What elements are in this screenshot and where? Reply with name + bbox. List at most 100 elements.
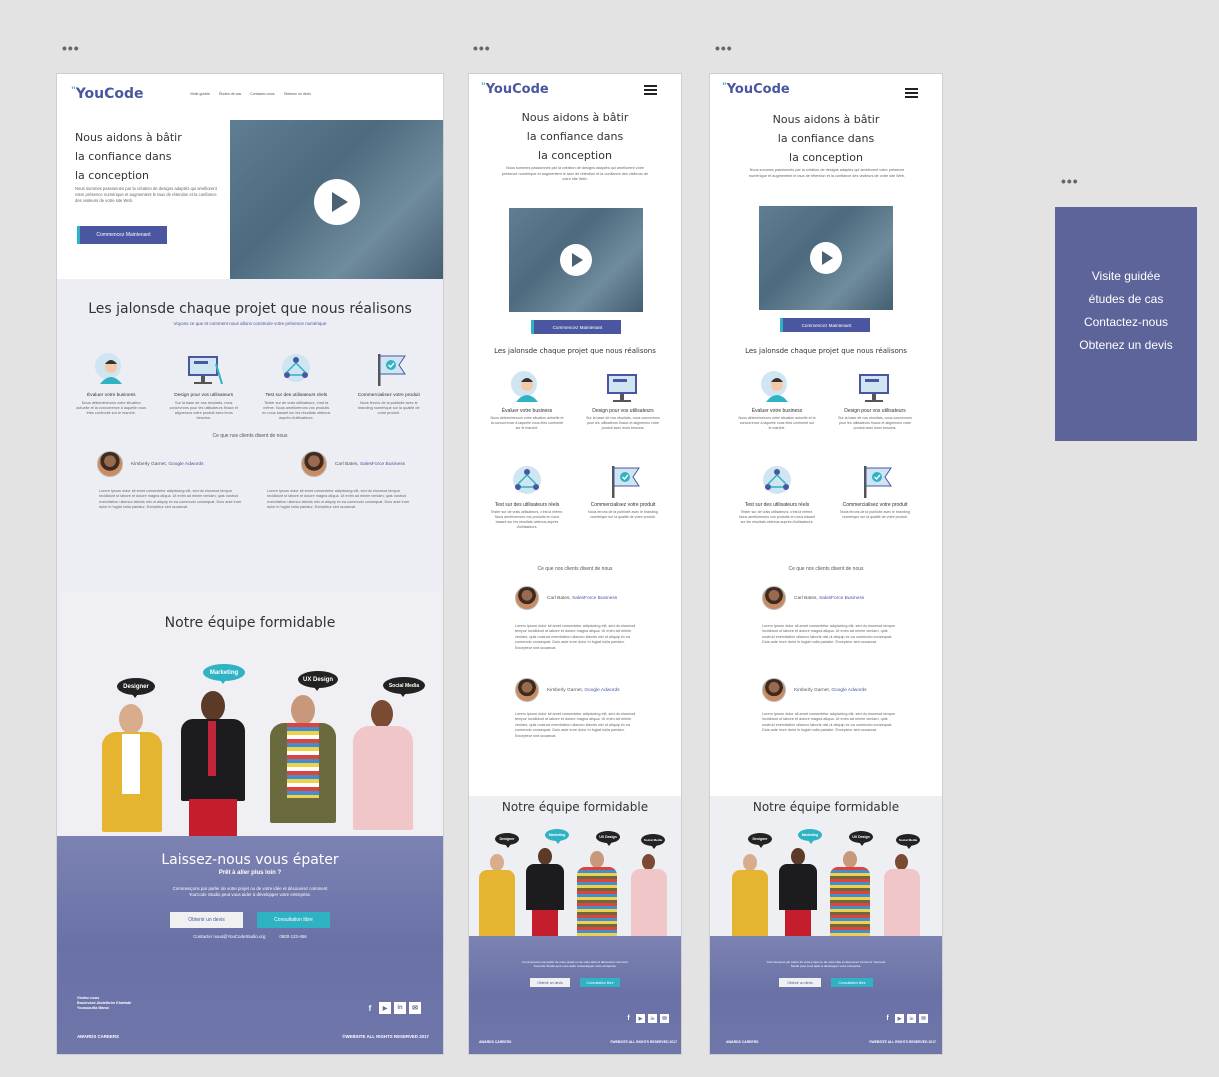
- mail-icon[interactable]: ✉: [919, 1014, 928, 1023]
- menu-item-case-studies[interactable]: études de cas: [1055, 288, 1197, 311]
- step-evaluate: Évaluer votre business Nous détermineron…: [731, 368, 823, 431]
- hero-text: Nous sommes passionnés par la création d…: [501, 166, 649, 181]
- team-member-social: [349, 700, 417, 840]
- team-member-designer: [97, 704, 167, 839]
- team-member-marketing: [776, 848, 820, 936]
- hero-video[interactable]: [230, 120, 443, 280]
- footer-links[interactable]: AWARDS CAREERS: [479, 1040, 511, 1044]
- linkedin-icon[interactable]: in: [907, 1014, 916, 1023]
- hero-video[interactable]: [509, 208, 643, 312]
- nav-item[interactable]: Obtenez un devis: [284, 92, 311, 96]
- facebook-icon[interactable]: f: [883, 1014, 892, 1023]
- start-now-button[interactable]: Commencez Maintenant: [77, 226, 167, 244]
- start-now-button[interactable]: Commencez Maintenant: [780, 318, 870, 332]
- hamburger-menu-icon[interactable]: [905, 88, 918, 99]
- step-evaluate: Évaluer votre business Nous détermineron…: [68, 350, 154, 421]
- monitor-design-icon: [607, 374, 637, 402]
- free-consult-button[interactable]: Consultation libre: [580, 978, 620, 987]
- testimonial-header: Kimberly Garnet, Google Adwords: [97, 451, 204, 477]
- facebook-icon[interactable]: f: [364, 1002, 376, 1014]
- linkedin-icon[interactable]: in: [648, 1014, 657, 1023]
- footer-subtitle: Prêt à aller plus loin ?: [218, 870, 282, 876]
- youtube-icon[interactable]: ▶: [895, 1014, 904, 1023]
- bubble-marketing: Marketing: [798, 829, 822, 844]
- testimonials-heading: Ce que nos clients disent de nous: [212, 433, 288, 439]
- avatar: [515, 678, 539, 702]
- testimonial-header: Carl Bates, SalesForce Business: [762, 586, 864, 610]
- footer-text: Commençons par parler de votre projet ou…: [766, 960, 886, 968]
- contact-email[interactable]: Contacter nous@YouCodeStudio.org: [193, 934, 265, 939]
- nav-item[interactable]: Visite guidée: [190, 92, 210, 96]
- free-consult-button[interactable]: Consultation libre: [831, 978, 873, 987]
- logo[interactable]: "YouCode: [722, 82, 790, 97]
- copyright: ©WEBSITE ALL RIGHTS RESERVED 2017: [342, 1034, 429, 1039]
- milestones-title: Les jalonsde chaque projet que nous réal…: [88, 301, 412, 317]
- step-market: Commercialisez votre produit Nous ferons…: [829, 462, 921, 525]
- monitor-design-icon: [859, 374, 889, 402]
- get-quote-button[interactable]: Obtenir un devis: [530, 978, 570, 987]
- step-design: Design pour vos utilisateurs Sur la base…: [578, 368, 668, 431]
- testimonial-text: Lorem Ipsum dolor sit amet consectetur a…: [762, 712, 896, 733]
- nav-item[interactable]: Contactez-nous: [250, 92, 275, 96]
- user-network-icon: [513, 466, 541, 494]
- mail-icon[interactable]: ✉: [660, 1014, 669, 1023]
- frame-menu-dots[interactable]: •••: [715, 40, 733, 56]
- youtube-icon[interactable]: ▶: [379, 1002, 391, 1014]
- desktop-artboard: "YouCode Visite guidée Études de cas Con…: [57, 74, 443, 1054]
- milestones-subtitle: Voyons ce que et comment nous allons con…: [173, 321, 327, 326]
- testimonial-header: Kimberly Garnet, Google Adwords: [515, 678, 620, 702]
- bubble-designer: Designer: [748, 833, 772, 848]
- youtube-icon[interactable]: ▶: [636, 1014, 645, 1023]
- frame-menu-dots[interactable]: •••: [1061, 173, 1079, 189]
- logo[interactable]: "YouCode: [481, 82, 549, 97]
- mail-icon[interactable]: ✉: [409, 1002, 421, 1014]
- testimonial-text: Lorem Ipsum dolor sit amet consectetur a…: [267, 489, 410, 510]
- frame-menu-dots[interactable]: •••: [62, 40, 80, 56]
- step-test: Test sur des utilisateurs réels Tester s…: [731, 462, 823, 525]
- footer-links[interactable]: AWARDS CAREERS: [726, 1040, 758, 1044]
- social-links: f ▶ in ✉: [624, 1014, 669, 1023]
- free-consult-button[interactable]: Consultation libre: [257, 912, 330, 928]
- user-search-icon: [95, 353, 123, 384]
- menu-item-contact[interactable]: Contactez-nous: [1055, 311, 1197, 334]
- hero-text: Nous sommes passionnés par la création d…: [75, 186, 217, 203]
- footer-text: Commençons par parler de votre projet ou…: [172, 886, 328, 897]
- milestones-section: Les jalonsde chaque projet que nous réal…: [57, 279, 443, 591]
- copyright: ©WEBSITE ALL RIGHTS RESERVED 2017: [868, 1040, 936, 1044]
- bubble-social: Social Media: [896, 834, 920, 849]
- bubble-ux: UX Design: [596, 831, 620, 846]
- team-member-ux: [828, 851, 872, 936]
- start-now-button[interactable]: Commencez Maintenant: [531, 320, 621, 334]
- frame-menu-dots[interactable]: •••: [473, 40, 491, 56]
- footer: Laissez-nous vous épater Prêt à aller pl…: [57, 836, 443, 1054]
- user-network-icon: [282, 354, 311, 382]
- nav-item[interactable]: Études de cas: [219, 92, 241, 96]
- linkedin-icon[interactable]: in: [394, 1002, 406, 1014]
- bubble-marketing: Marketing: [545, 829, 569, 844]
- step-test: Test sur des utilisateurs réels Tester s…: [253, 350, 339, 421]
- avatar: [300, 451, 327, 477]
- contact-phone[interactable]: 0500-123-456: [279, 934, 306, 939]
- logo[interactable]: "YouCode: [71, 86, 144, 102]
- testimonial-text: Lorem Ipsum dolor sit amet consectetur a…: [515, 712, 636, 738]
- get-quote-button[interactable]: Obtenir un devis: [779, 978, 821, 987]
- hero-video[interactable]: [759, 206, 893, 310]
- mobile-artboard: "YouCode Nous aidons à bâtir la confianc…: [469, 74, 681, 1054]
- menu-item-quote[interactable]: Obtenez un devis: [1055, 334, 1197, 357]
- hamburger-menu-icon[interactable]: [644, 85, 657, 96]
- menu-item-guided-tour[interactable]: Visite guidée: [1055, 265, 1197, 288]
- avatar: [762, 586, 786, 610]
- team-member-social: [882, 854, 922, 936]
- testimonial-text: Lorem Ipsum dolor sit amet consectetur a…: [762, 624, 896, 645]
- footer-links[interactable]: AWARDS CAREERS: [77, 1034, 119, 1039]
- get-quote-button[interactable]: Obtenir un devis: [170, 912, 243, 928]
- testimonial-text: Lorem Ipsum dolor sit amet consectetur a…: [515, 624, 636, 650]
- team-member-social: [629, 854, 669, 936]
- bubble-designer: Designer: [117, 678, 155, 698]
- user-search-icon: [761, 371, 788, 402]
- facebook-icon[interactable]: f: [624, 1014, 633, 1023]
- bubble-social: Social Media: [383, 677, 425, 697]
- top-nav: Visite guidée Études de cas Contactez-no…: [190, 92, 311, 96]
- hero-title: Nous aidons à bâtir la confiance dans la…: [521, 111, 629, 162]
- monitor-design-icon: [187, 356, 223, 385]
